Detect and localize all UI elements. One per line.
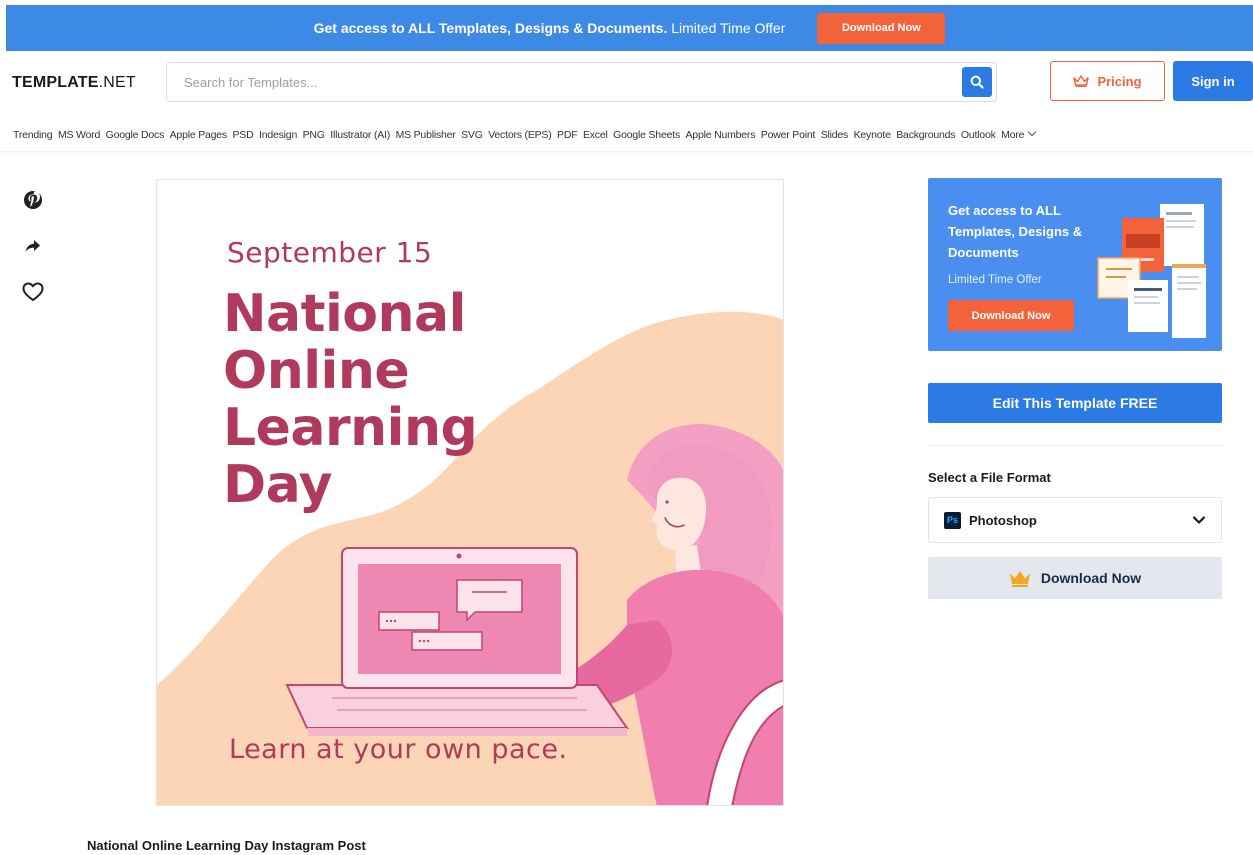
social-rail [21,188,45,326]
divider [928,445,1222,446]
poster-title-line: Learning [223,398,478,458]
poster-title-line: National [223,284,466,344]
poster-date: September 15 [227,236,433,269]
chevron-down-icon [1192,516,1206,524]
promo-text-regular: Limited Time Offer [671,20,786,36]
search-button[interactable] [962,67,992,97]
download-now-button[interactable]: Download Now [928,557,1222,599]
document-stack-icon [1097,204,1206,338]
pinterest-icon [24,191,42,209]
promo-download-button[interactable]: Download Now [817,12,946,44]
crown-icon [1073,75,1090,87]
category-link[interactable]: Excel [583,120,608,150]
crown-icon [1009,570,1030,587]
promo-text-bold: Get access to ALL Templates, Designs & D… [313,20,668,36]
category-link[interactable]: SVG [461,120,483,150]
site-header: TEMPLATE.NET Pricing Sign in [0,56,1253,108]
poster-title-line: Day [223,455,333,515]
category-link[interactable]: Vectors (EPS) [488,120,552,150]
pricing-label: Pricing [1097,73,1142,89]
category-link[interactable]: Google Sheets [613,120,680,150]
promo-text: Get access to ALL Templates, Designs & D… [314,20,786,36]
category-link[interactable]: Illustrator (AI) [330,120,390,150]
sign-in-button[interactable]: Sign in [1173,61,1253,101]
logo-bold: TEMPLATE [12,74,99,91]
category-nav: Trending MS Word Google Docs Apple Pages PSD… [0,120,1253,152]
edit-template-button[interactable]: Edit This Template FREE [928,383,1222,423]
ad-download-button[interactable]: Download Now [948,300,1074,331]
promo-ad-card[interactable]: Get access to ALL Templates, Designs & D… [928,178,1222,351]
download-now-label: Download Now [1040,570,1142,586]
search-input[interactable] [167,63,957,101]
category-list: Trending MS Word Google Docs Apple Pages PSD… [0,120,1253,150]
category-link[interactable]: MS Word [58,120,100,150]
category-link[interactable]: Power Point [761,120,816,150]
category-link[interactable]: Apple Pages [170,120,228,150]
ad-title: Get access to ALL Templates, Designs & D… [948,203,1083,260]
category-link[interactable]: Keynote [854,120,891,150]
poster-title: National Online Learning Day [223,286,543,514]
template-title: National Online Learning Day Instagram P… [87,838,366,853]
category-link[interactable]: Slides [821,120,849,150]
poster-title-line: Online [223,341,410,401]
photoshop-icon: Ps [944,511,961,529]
poster-tagline: Learn at your own pace. [229,734,568,765]
share-icon [25,240,40,252]
category-link[interactable]: Backgrounds [896,120,955,150]
template-preview[interactable]: September 15 National Online Learning Da… [156,179,784,806]
category-link[interactable]: PNG [303,120,325,150]
search-icon [970,75,984,89]
category-link[interactable]: Outlook [961,120,996,150]
category-link[interactable]: More [1001,120,1035,150]
promo-bar: Get access to ALL Templates, Designs & D… [6,5,1253,51]
category-link[interactable]: PSD [232,120,253,150]
share-button[interactable] [21,234,45,258]
pinterest-button[interactable] [21,188,45,212]
favorite-button[interactable] [21,280,45,304]
pricing-button[interactable]: Pricing [1050,61,1165,101]
ad-offer: Limited Time Offer [948,274,1042,286]
heart-icon [22,282,44,301]
category-link[interactable]: Google Docs [106,120,165,150]
category-link[interactable]: PDF [557,120,578,150]
search-bar [166,62,997,102]
category-link[interactable]: Indesign [259,120,297,150]
category-link[interactable]: Trending [13,120,53,150]
logo-suffix: .NET [98,74,136,91]
category-link[interactable]: Apple Numbers [686,120,756,150]
site-logo[interactable]: TEMPLATE.NET [12,74,136,92]
file-format-select[interactable]: Ps Photoshop [928,497,1222,543]
file-format-label: Select a File Format [928,470,1051,485]
file-format-value: Photoshop [969,512,1037,528]
category-link[interactable]: MS Publisher [396,120,456,150]
